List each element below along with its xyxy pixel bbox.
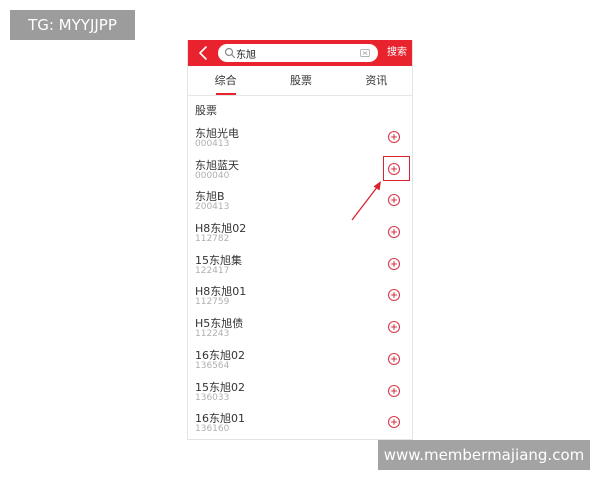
tg-tag-badge: TG: MYYJJPP — [10, 10, 135, 40]
search-box[interactable] — [218, 44, 378, 62]
search-button[interactable]: 搜索 — [384, 40, 410, 66]
list-item[interactable]: 东旭蓝天 000040 — [188, 154, 412, 186]
stock-code: 112782 — [195, 234, 230, 245]
highlight-box — [383, 156, 410, 181]
list-item[interactable]: 15东旭02 136033 — [188, 376, 412, 408]
clear-icon[interactable] — [360, 48, 370, 58]
tab-stocks[interactable]: 股票 — [263, 66, 338, 95]
top-bar: 搜索 — [188, 40, 412, 66]
plus-circle-icon[interactable] — [387, 320, 401, 334]
stock-code: 136160 — [195, 424, 230, 435]
list-item[interactable]: 东旭B 200413 — [188, 185, 412, 217]
list-item[interactable]: H5东旭债 112243 — [188, 312, 412, 344]
list-item[interactable]: H8东旭01 112759 — [188, 280, 412, 312]
tab-bar: 综合 股票 资讯 — [188, 66, 412, 96]
tab-comprehensive[interactable]: 综合 — [188, 66, 263, 95]
list-item[interactable]: H8东旭02 112782 — [188, 217, 412, 249]
list-item[interactable]: 16东旭01 136160 — [188, 407, 412, 439]
stock-code: 122417 — [195, 265, 230, 276]
phone-screen: 搜索 综合 股票 资讯 股票 东旭光电 000413 东旭蓝天 000040 东… — [187, 40, 413, 440]
stock-code: 112759 — [195, 297, 230, 308]
back-button[interactable] — [196, 44, 212, 62]
tab-news[interactable]: 资讯 — [339, 66, 412, 95]
stock-code: 200413 — [195, 202, 230, 213]
chevron-left-icon — [199, 46, 207, 60]
search-input[interactable] — [236, 44, 356, 62]
stock-code: 112243 — [195, 329, 230, 340]
plus-circle-icon[interactable] — [387, 193, 401, 207]
section-title: 股票 — [195, 104, 217, 117]
plus-circle-icon[interactable] — [387, 288, 401, 302]
plus-circle-icon[interactable] — [387, 384, 401, 398]
list-item[interactable]: 15东旭集 122417 — [188, 249, 412, 281]
plus-circle-icon[interactable] — [387, 415, 401, 429]
plus-circle-icon[interactable] — [387, 257, 401, 271]
stock-code: 000040 — [195, 170, 230, 181]
list-item[interactable]: 东旭光电 000413 — [188, 122, 412, 154]
stock-code: 136564 — [195, 360, 230, 371]
plus-circle-icon[interactable] — [387, 225, 401, 239]
plus-circle-icon[interactable] — [387, 352, 401, 366]
stock-code: 000413 — [195, 139, 230, 149]
stock-list: 东旭光电 000413 东旭蓝天 000040 东旭B 200413 H8东旭0… — [188, 122, 412, 439]
search-icon — [224, 47, 236, 59]
list-item[interactable]: 16东旭02 136564 — [188, 344, 412, 376]
plus-circle-icon[interactable] — [387, 130, 401, 144]
watermark: www.membermajiang.com — [378, 440, 590, 470]
stock-code: 136033 — [195, 392, 230, 403]
